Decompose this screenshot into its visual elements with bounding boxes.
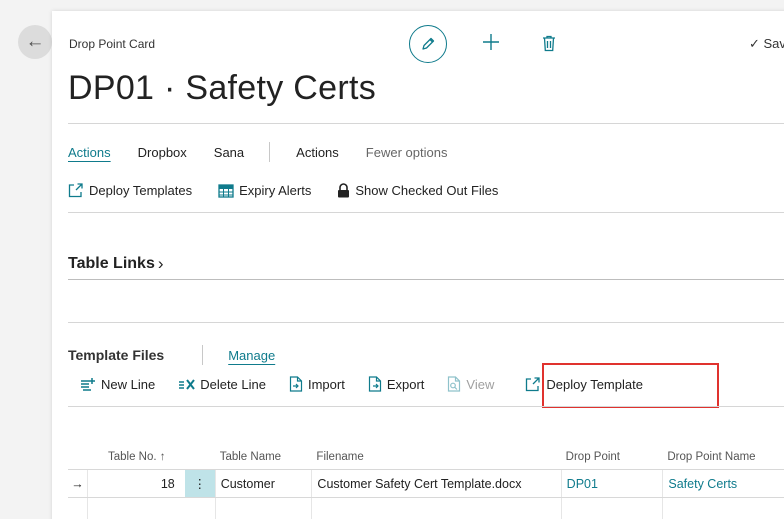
table-grid-icon [218, 183, 234, 198]
promoted-actions: Deploy Templates Expiry Alerts Show Chec… [68, 183, 524, 198]
fewer-options-button[interactable]: Fewer options [366, 145, 448, 160]
header-spacer [68, 445, 88, 469]
lock-icon [338, 183, 350, 198]
deploy-templates-label: Deploy Templates [89, 183, 193, 198]
export-button[interactable]: Export [368, 376, 425, 392]
divider [68, 406, 784, 407]
pencil-icon [422, 37, 435, 50]
grid-header: Table No. ↑ Table Name Filename Drop Poi… [68, 445, 784, 469]
empty-cell [185, 498, 215, 519]
column-table-no[interactable]: Table No. ↑ [88, 445, 185, 469]
column-table-name[interactable]: Table Name [215, 445, 312, 469]
new-line-label: New Line [101, 376, 156, 392]
arrow-left-icon: ← [25, 31, 45, 52]
import-button[interactable]: Import [289, 376, 345, 392]
template-files-header: Template Files Manage [68, 345, 275, 365]
trash-icon [543, 35, 555, 51]
export-label: Export [386, 376, 425, 392]
row-menu-button[interactable]: ⋮ [184, 470, 215, 497]
cell-drop-point[interactable]: DP01 [560, 470, 663, 497]
empty-cell [68, 498, 88, 519]
import-label: Import [307, 376, 345, 392]
column-drop-point[interactable]: Drop Point [561, 445, 663, 469]
deploy-icon [68, 183, 83, 198]
column-drop-point-name[interactable]: Drop Point Name [662, 445, 784, 469]
deploy-templates-button[interactable]: Deploy Templates [68, 183, 192, 198]
back-button[interactable]: ← [18, 25, 52, 59]
delete-line-icon [179, 378, 195, 390]
show-checked-out-files-button[interactable]: Show Checked Out Files [337, 183, 498, 198]
show-checked-out-files-label: Show Checked Out Files [355, 183, 499, 198]
view-icon [448, 376, 461, 392]
template-files-grid: Table No. ↑ Table Name Filename Drop Poi… [68, 445, 784, 519]
table-row-empty[interactable] [68, 497, 784, 519]
expiry-alerts-label: Expiry Alerts [239, 183, 312, 198]
page-title: DP01 · Safety Certs [68, 69, 377, 107]
delete-line-button[interactable]: Delete Line [178, 377, 266, 392]
table-links-fasttab[interactable]: Table Links › [68, 254, 164, 274]
table-row[interactable]: → 18 ⋮ Customer Customer Safety Cert Tem… [68, 469, 784, 497]
drop-point-card: Drop Point Card DP01 · Safety Certs ✓ Sa… [52, 11, 784, 519]
column-filename[interactable]: Filename [311, 445, 560, 469]
divider [68, 322, 784, 323]
divider [68, 123, 784, 124]
cell-drop-point-name[interactable]: Safety Certs [662, 470, 784, 497]
divider [68, 212, 784, 213]
view-button[interactable]: View [447, 376, 494, 392]
delete-line-label: Delete Line [200, 376, 266, 392]
divider [68, 279, 784, 280]
new-line-button[interactable]: New Line [80, 377, 155, 392]
new-line-icon [81, 378, 95, 391]
empty-cell[interactable] [214, 498, 312, 519]
tab-dropbox[interactable]: Dropbox [138, 145, 187, 160]
highlight-box [542, 363, 719, 408]
tab-separator [269, 142, 271, 162]
cell-table-no[interactable]: 18 [88, 470, 185, 497]
empty-cell[interactable] [560, 498, 663, 519]
cell-filename[interactable]: Customer Safety Cert Template.docx [311, 470, 560, 497]
export-icon [368, 376, 381, 392]
tab-actions[interactable]: Actions [68, 145, 111, 160]
deploy-icon [526, 376, 541, 391]
tab-sana[interactable]: Sana [214, 145, 244, 160]
edit-button[interactable] [409, 25, 447, 63]
delete-button[interactable] [540, 33, 558, 53]
empty-cell[interactable] [311, 498, 560, 519]
header-separator [202, 345, 204, 365]
plus-icon [483, 34, 499, 50]
save-status[interactable]: ✓ Sav [749, 36, 784, 52]
chevron-right-icon: › [157, 254, 164, 273]
tab-actions-menu[interactable]: Actions [296, 145, 339, 160]
manage-tab[interactable]: Manage [228, 348, 275, 363]
import-icon [289, 376, 303, 392]
fasttab-title: Table Links [68, 255, 155, 272]
header-spacer [185, 445, 215, 469]
page-caption: Drop Point Card [69, 37, 156, 51]
row-indicator-arrow-icon: → [68, 470, 88, 497]
empty-cell[interactable] [88, 498, 185, 519]
empty-cell[interactable] [662, 498, 784, 519]
expiry-alerts-button[interactable]: Expiry Alerts [218, 183, 311, 198]
template-files-title: Template Files [68, 347, 165, 363]
view-label: View [466, 376, 495, 392]
action-bar-tabs: Actions Dropbox Sana Actions Fewer optio… [68, 142, 474, 162]
new-button[interactable] [479, 30, 503, 54]
cell-table-name[interactable]: Customer [214, 470, 312, 497]
